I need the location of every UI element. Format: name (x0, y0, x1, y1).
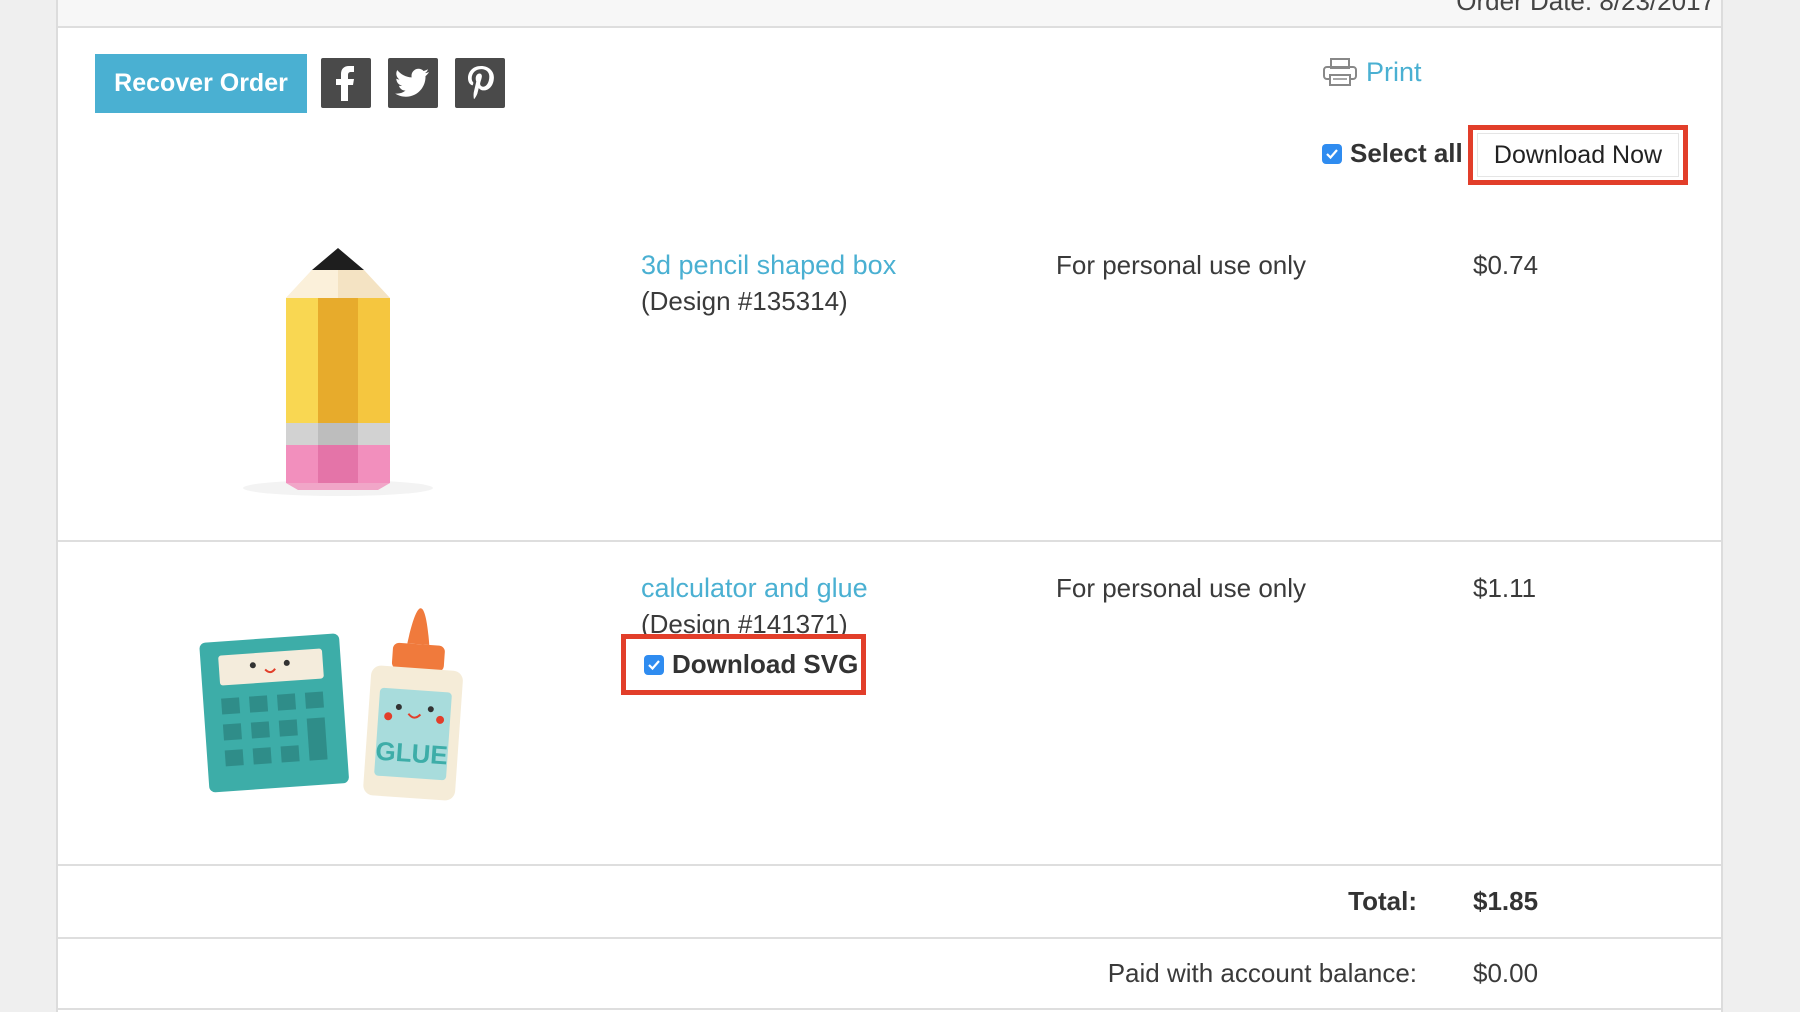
order-panel: Order Date: 8/23/2017 Recover Order Prin… (56, 0, 1723, 1012)
download-svg-label: Download SVG (672, 649, 859, 679)
order-header-strip: Order Date: 8/23/2017 (58, 0, 1721, 28)
printer-icon (1323, 58, 1357, 86)
download-now-highlight: Download Now (1468, 125, 1688, 185)
download-svg-checkbox[interactable]: Download SVG (621, 634, 866, 695)
item-1-license: For personal use only (1056, 250, 1307, 280)
select-all-checkbox[interactable]: Select all (1322, 138, 1463, 169)
paid-balance-value: $0.00 (1473, 958, 1539, 988)
checkbox-checked-icon (644, 654, 664, 675)
svg-text:GLUE: GLUE (375, 736, 449, 771)
pencil-box-image (218, 240, 458, 505)
paid-balance-label: Paid with account balance: (1107, 958, 1417, 988)
order-date: Order Date: 8/23/2017 (1456, 0, 1715, 16)
total-value: $1.85 (1473, 886, 1539, 916)
row-divider (58, 1008, 1721, 1010)
print-label: Print (1366, 56, 1422, 87)
row-divider (58, 937, 1721, 939)
print-link[interactable]: Print (1322, 52, 1422, 92)
download-now-button[interactable]: Download Now (1477, 133, 1679, 177)
item-2-license: For personal use only (1056, 573, 1307, 603)
calculator-glue-image: GLUE (198, 600, 478, 815)
total-label: Total: (1348, 886, 1417, 916)
pinterest-share-button[interactable] (455, 58, 505, 108)
checkbox-checked-icon (1322, 143, 1342, 164)
twitter-icon (395, 68, 429, 97)
item-2-name-link[interactable]: calculator and glue (641, 573, 868, 604)
row-divider (58, 864, 1721, 866)
row-divider (58, 540, 1721, 542)
facebook-icon (336, 66, 354, 101)
recover-order-button[interactable]: Recover Order (95, 54, 307, 113)
select-all-label: Select all (1350, 138, 1463, 168)
item-1-design-number: (Design #135314) (641, 286, 848, 316)
item-2-price: $1.11 (1473, 573, 1537, 603)
item-1-name-link[interactable]: 3d pencil shaped box (641, 250, 896, 281)
item-1-price: $0.74 (1473, 250, 1539, 280)
facebook-share-button[interactable] (321, 58, 371, 108)
pinterest-icon (468, 66, 494, 100)
twitter-share-button[interactable] (388, 58, 438, 108)
